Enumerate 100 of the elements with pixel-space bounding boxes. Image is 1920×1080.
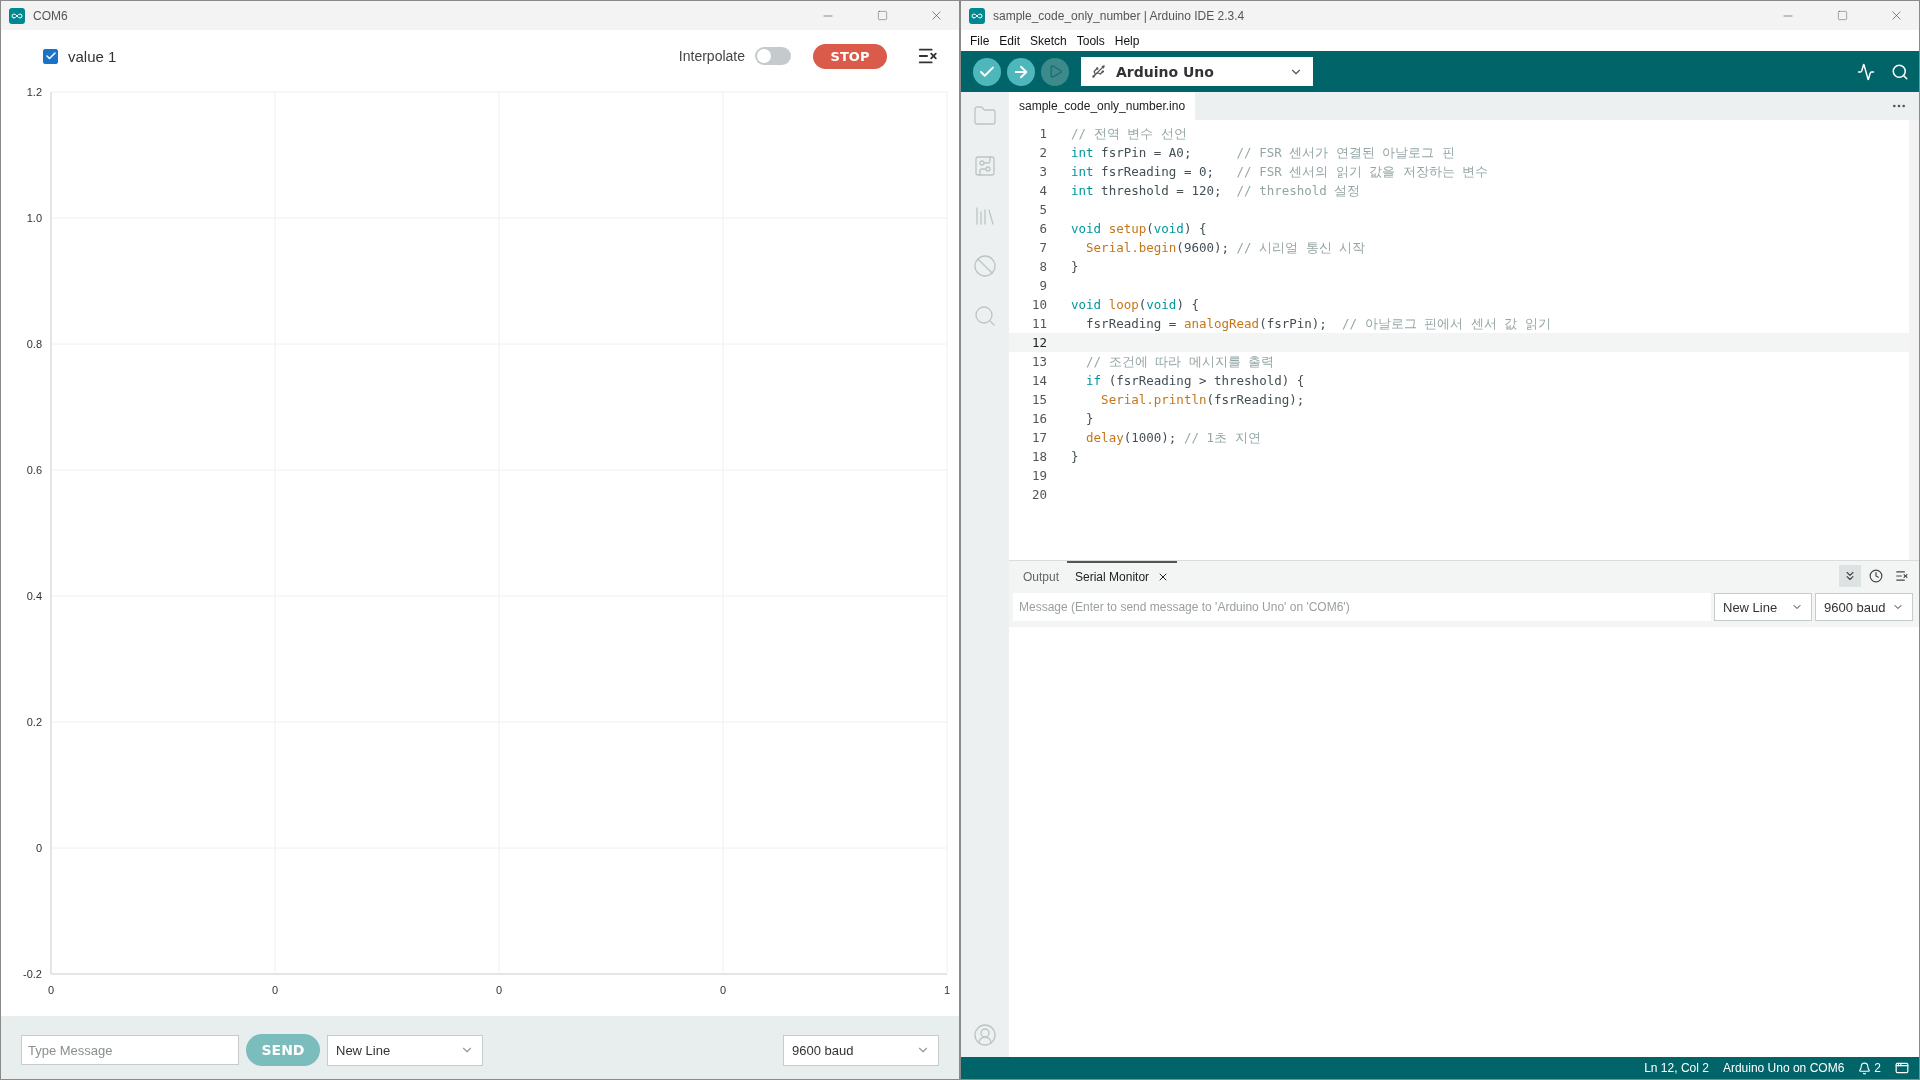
line-number: 16 (1030, 410, 1047, 428)
baud-dropdown[interactable]: 9600 baud (1815, 593, 1913, 621)
line-number: 1 (1038, 125, 1047, 143)
menu-item[interactable]: Sketch (1026, 33, 1071, 48)
board-status: Arduino Uno on COM6 (1722, 1061, 1845, 1075)
code-keyword: int (1071, 164, 1094, 179)
line-number: 14 (1030, 372, 1047, 390)
usb-icon (1091, 64, 1106, 79)
serial-message-input[interactable]: Message (Enter to send message to 'Arduino Uno' on 'COM6') (1013, 593, 1711, 621)
code-code: (fsrPin); (1259, 316, 1328, 331)
axis-tick-label: 1 (943, 984, 951, 996)
window-icon[interactable] (1895, 1061, 1909, 1075)
code-code: } (1085, 411, 1094, 426)
axis-tick-label: 0 (35, 842, 42, 854)
legend-checkbox[interactable] (43, 48, 58, 64)
code-keyword: int (1071, 183, 1094, 198)
code-code: threshold = 120; (1100, 183, 1223, 198)
code-code: (1000); (1123, 430, 1178, 445)
app-logo-icon (9, 7, 25, 24)
code-code: ) { (1176, 297, 1199, 312)
file-tab[interactable]: sample_code_only_number.ino (1009, 92, 1196, 120)
line-ending-dropdown[interactable]: New Line (1714, 593, 1812, 621)
line-number: 9 (1038, 277, 1047, 295)
menu-item[interactable]: Help (1110, 33, 1144, 48)
line-number: 13 (1030, 353, 1047, 371)
notification-count: 2 (1874, 1061, 1881, 1075)
axis-tick-label: 1.2 (26, 86, 42, 98)
code-code: ) { (1183, 221, 1207, 236)
code-code: ( (1146, 221, 1154, 236)
code-code: fsrPin = A0; (1100, 145, 1193, 160)
autoscroll-button[interactable] (1839, 565, 1861, 587)
code-comment: // threshold 설정 (1236, 183, 1361, 198)
code-function: loop (1107, 297, 1139, 312)
cursor-position: Ln 12, Col 2 (1644, 1061, 1709, 1075)
axis-tick-label: 1.0 (26, 212, 42, 224)
plotter-icon[interactable] (1857, 62, 1875, 81)
legend-label: value 1 (68, 47, 117, 65)
axis-tick-label: 0 (495, 984, 503, 996)
line-number: 12 (1030, 334, 1047, 352)
stop-button[interactable]: STOP (813, 43, 887, 69)
code-keyword: void (1153, 221, 1184, 236)
code-keyword: int (1071, 145, 1094, 160)
window-title: sample_code_only_number | Arduino IDE 2.3.4 (993, 8, 1246, 23)
axis-tick-label: 0.6 (26, 464, 42, 476)
code-code: (fsrReading > threshold) { (1107, 373, 1305, 388)
code-code: } (1071, 449, 1079, 464)
interpolate-toggle[interactable] (755, 47, 791, 65)
code-code: fsrReading = (1085, 316, 1178, 331)
maximize-icon[interactable] (876, 10, 888, 21)
line-number: 15 (1030, 391, 1047, 409)
code-code: } (1071, 259, 1079, 274)
panel-tab[interactable]: Output (1015, 561, 1068, 591)
code-code: fsrReading = 0; (1100, 164, 1215, 179)
upload-button[interactable] (1007, 57, 1035, 86)
play-icon (1047, 64, 1063, 79)
verify-button[interactable] (973, 57, 1001, 86)
baud-dropdown[interactable]: 9600 baud (783, 1034, 939, 1066)
double-chevron-icon (1843, 569, 1857, 583)
line-number: 3 (1038, 163, 1047, 181)
code-keyword: if (1085, 373, 1102, 388)
code-code: (9600); (1176, 240, 1231, 255)
code-comment: // FSR 센서가 연결된 아날로그 핀 (1236, 145, 1455, 160)
menu-item[interactable]: Tools (1072, 33, 1109, 48)
line-number: 5 (1038, 201, 1047, 219)
code-function: delay (1085, 430, 1124, 445)
debug-button[interactable] (1041, 57, 1069, 86)
code-keyword: void (1071, 221, 1102, 236)
maximize-icon[interactable] (1836, 10, 1848, 21)
menu-item[interactable]: File (966, 33, 994, 48)
line-number: 19 (1030, 467, 1047, 485)
line-number: 4 (1038, 182, 1047, 200)
line-number: 11 (1030, 315, 1047, 333)
code-keyword: void (1071, 297, 1102, 312)
line-number: 2 (1038, 144, 1047, 162)
bell-icon[interactable] (1858, 1061, 1872, 1075)
line-number: 8 (1038, 258, 1047, 276)
line-number: 10 (1030, 296, 1047, 314)
line-number: 6 (1038, 220, 1047, 238)
line-number: 17 (1030, 429, 1047, 447)
line-number: 20 (1030, 486, 1047, 504)
board-selector[interactable]: Arduino Uno (1081, 57, 1313, 86)
code-comment: // 조건에 따라 메시지를 출력 (1085, 354, 1275, 369)
code-function: analogRead (1183, 316, 1260, 331)
axis-tick-label: 0.8 (26, 338, 42, 350)
code-comment: // 시리얼 통신 시작 (1236, 240, 1366, 255)
code-comment: // 전역 변수 선언 (1071, 126, 1187, 141)
axis-tick-label: 0 (271, 984, 279, 996)
code-comment: // 1초 지연 (1183, 430, 1261, 445)
code-keyword: void (1146, 297, 1177, 312)
axis-tick-label: 0 (719, 984, 727, 996)
axis-tick-label: 0.2 (26, 716, 42, 728)
line-ending-dropdown[interactable]: New Line (327, 1034, 483, 1066)
code-function: Serial.println (1100, 392, 1207, 407)
axis-tick-label: 0.4 (26, 590, 42, 602)
line-number: 18 (1030, 448, 1047, 466)
message-input[interactable]: Type Message (21, 1035, 239, 1065)
code-comment: // 아날로그 핀에서 센서 값 읽기 (1341, 316, 1551, 331)
code-code: ( (1138, 297, 1147, 312)
menu-item[interactable]: Edit (995, 33, 1025, 48)
clock-icon[interactable] (1869, 569, 1883, 583)
